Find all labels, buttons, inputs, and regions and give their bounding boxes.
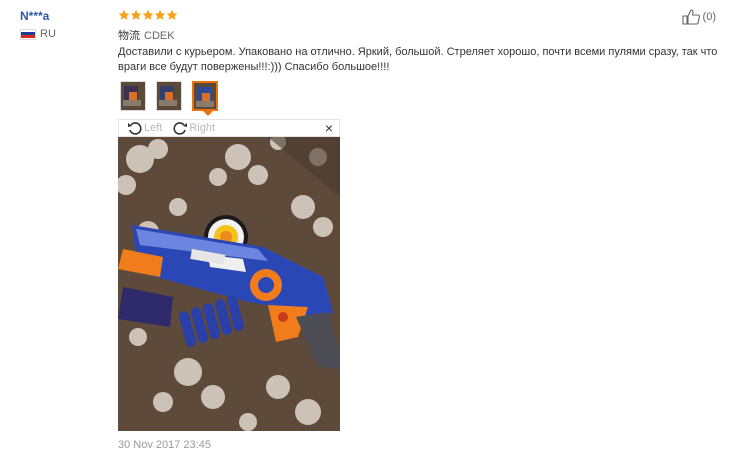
star-icon bbox=[154, 9, 166, 21]
photo-viewer-toolbar: Left Right × bbox=[118, 119, 340, 137]
rotate-left-icon bbox=[128, 122, 142, 135]
star-icon bbox=[130, 9, 142, 21]
rotate-left-button[interactable]: Left bbox=[127, 121, 162, 135]
logistics-carrier: CDEK bbox=[144, 30, 175, 42]
close-viewer-button[interactable]: × bbox=[325, 120, 333, 136]
rotate-right-button[interactable]: Right bbox=[172, 121, 215, 135]
star-icon bbox=[142, 9, 154, 21]
rotate-left-label: Left bbox=[144, 122, 163, 134]
photo-thumbnail[interactable] bbox=[120, 81, 146, 111]
thumbs-up-icon bbox=[681, 9, 700, 25]
helpful-button[interactable]: (0) bbox=[681, 9, 716, 25]
logistics-info: 物流 CDEK bbox=[118, 27, 175, 43]
reviewer-country: RU bbox=[20, 28, 56, 40]
rotate-right-label: Right bbox=[189, 122, 216, 134]
rotate-right-icon bbox=[173, 122, 188, 135]
photo-thumbnail[interactable] bbox=[156, 81, 182, 111]
russia-flag-icon bbox=[20, 28, 36, 40]
helpful-count: (0) bbox=[702, 11, 716, 23]
country-code: RU bbox=[40, 28, 56, 40]
review-photo bbox=[118, 137, 340, 431]
active-thumbnail-caret bbox=[203, 111, 213, 116]
review-date: 30 Nov 2017 23:45 bbox=[118, 439, 211, 451]
star-icon bbox=[118, 9, 130, 21]
rating-stars bbox=[118, 9, 178, 21]
logistics-label: 物流 bbox=[118, 30, 140, 42]
review-photo-thumbnails bbox=[120, 81, 228, 111]
review-text: Доставили с курьером. Упаковано на отлич… bbox=[118, 46, 718, 73]
reviewer-name: N***a bbox=[20, 9, 50, 23]
star-icon bbox=[166, 9, 178, 21]
photo-thumbnail-active[interactable] bbox=[192, 81, 218, 111]
